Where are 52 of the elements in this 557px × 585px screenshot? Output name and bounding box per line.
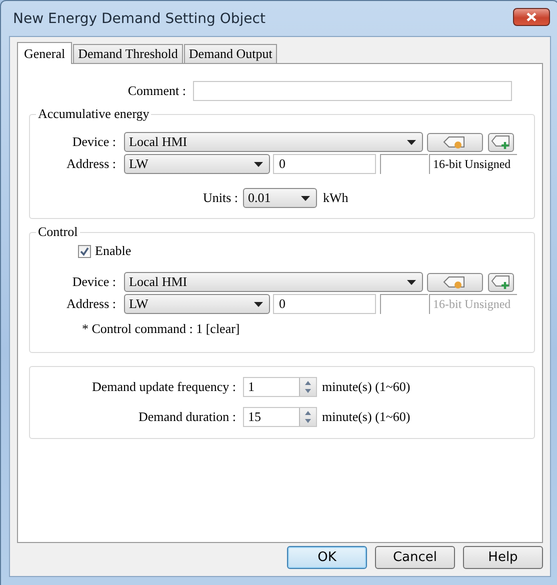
address-field[interactable]: 0	[273, 154, 376, 174]
field-label: Address :	[66, 296, 116, 312]
window-title: New Energy Demand Setting Object	[13, 10, 266, 26]
close-button[interactable]	[513, 8, 550, 26]
address-type-dropdown[interactable]: LW	[124, 294, 270, 314]
device-dropdown[interactable]: Local HMI	[124, 272, 423, 292]
tag-add-icon	[491, 134, 511, 150]
group-title: Accumulative energy	[37, 106, 150, 122]
caret-icon	[254, 302, 263, 307]
units-suffix: minute(s) (1~60)	[322, 409, 410, 425]
tag-icon	[443, 135, 467, 149]
caret-icon	[301, 196, 310, 201]
address-field[interactable]: 0	[273, 294, 376, 314]
tag-icon	[443, 275, 467, 289]
checkbox-label: Enable	[95, 243, 132, 259]
group-title: Control	[37, 224, 79, 240]
field-label: Units :	[202, 190, 238, 206]
tab[interactable]: Demand Threshold	[73, 44, 183, 63]
device-dropdown[interactable]: Local HMI	[124, 132, 423, 152]
add-device-button[interactable]	[488, 272, 514, 292]
checkbox[interactable]	[78, 244, 91, 258]
comment-field[interactable]	[193, 81, 512, 101]
note-text: * Control command : 1 [clear]	[82, 321, 241, 338]
device-settings-button[interactable]	[427, 272, 483, 292]
spin-value: 1	[247, 378, 256, 396]
units-suffix: kWh	[323, 190, 348, 206]
caret-icon	[407, 280, 416, 285]
field-label: Demand update frequency :	[90, 379, 236, 395]
dialog-button[interactable]: Help	[463, 546, 543, 569]
device-settings-button[interactable]	[427, 132, 483, 152]
caret-icon	[254, 162, 263, 167]
dialog-button[interactable]: Cancel	[375, 546, 455, 569]
caret-icon	[407, 140, 416, 145]
data-type-text: 16-bit Unsigned	[429, 294, 517, 314]
field-label: Address :	[66, 156, 116, 172]
spin-box[interactable]: 15	[243, 407, 317, 427]
close-icon	[526, 12, 537, 22]
field-label: Demand duration :	[138, 409, 236, 425]
add-device-button[interactable]	[488, 132, 514, 152]
spin-value: 15	[247, 408, 262, 426]
data-type-text: 16-bit Unsigned	[429, 154, 517, 174]
address-type-dropdown[interactable]: LW	[124, 154, 270, 174]
units-suffix: minute(s) (1~60)	[322, 379, 410, 395]
field-label: Device :	[71, 274, 116, 290]
field-label: Comment :	[126, 83, 186, 99]
dialog-button[interactable]: OK	[287, 546, 367, 569]
tag-add-icon	[491, 274, 511, 290]
tab[interactable]: General	[17, 42, 72, 64]
field-label: Device :	[71, 134, 116, 150]
spin-box[interactable]: 1	[243, 377, 317, 397]
units-dropdown[interactable]: 0.01	[243, 188, 317, 208]
tab[interactable]: Demand Output	[184, 44, 278, 63]
